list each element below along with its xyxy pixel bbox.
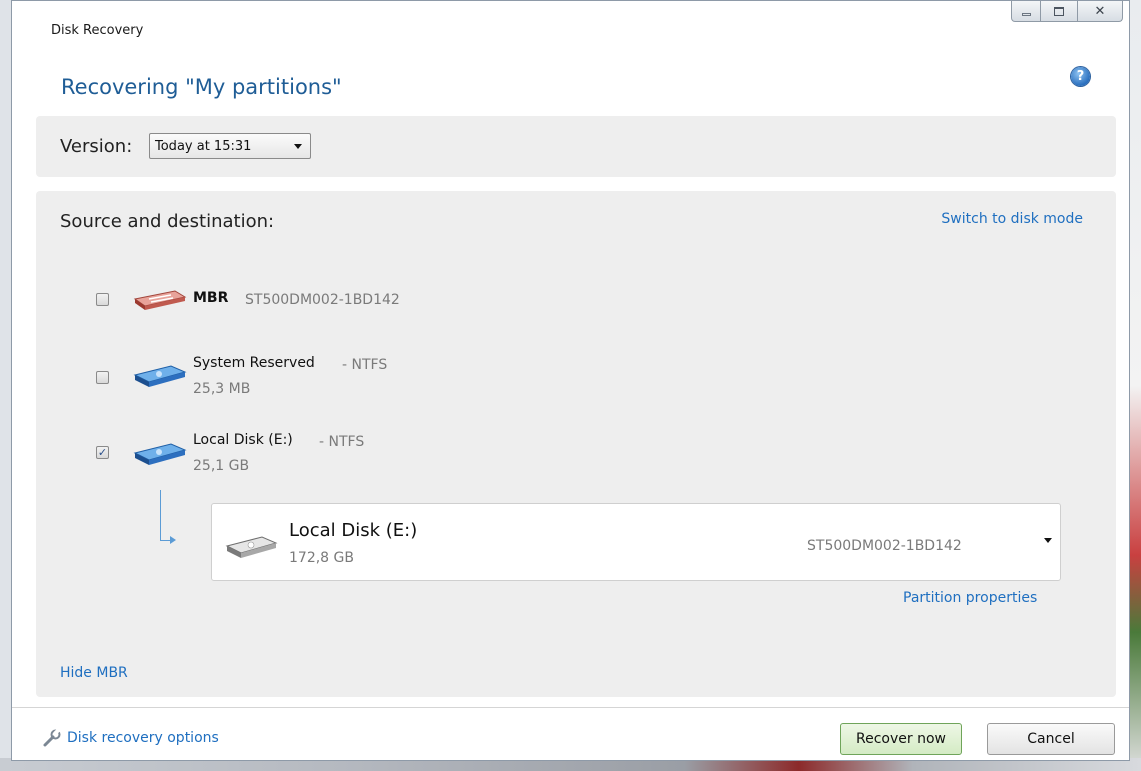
chevron-down-icon xyxy=(1044,538,1052,543)
destination-model: ST500DM002-1BD142 xyxy=(807,538,962,554)
local-disk-e-checkbox[interactable]: ✓ xyxy=(96,446,109,459)
mbr-name: MBR xyxy=(193,290,229,306)
disk-recovery-window: Disk Recovery ✕ Recovering "My partition… xyxy=(11,0,1130,761)
chevron-down-icon xyxy=(294,144,302,149)
minimize-icon xyxy=(1021,12,1031,16)
window-title: Disk Recovery xyxy=(51,23,144,38)
local-disk-e-size: 25,1 GB xyxy=(193,458,250,474)
disk-recovery-options-link[interactable]: Disk recovery options xyxy=(67,730,219,746)
mbr-disk-icon xyxy=(133,290,187,310)
system-reserved-fs: - NTFS xyxy=(342,357,388,373)
footer-divider xyxy=(12,707,1129,708)
destination-size: 172,8 GB xyxy=(289,550,354,566)
source-destination-panel: Source and destination: Switch to disk m… xyxy=(36,191,1116,697)
connector-line xyxy=(160,490,173,541)
system-reserved-checkbox[interactable] xyxy=(96,371,109,384)
mbr-checkbox[interactable] xyxy=(96,293,109,306)
connector-arrow-icon xyxy=(170,536,176,544)
version-dropdown[interactable]: Today at 15:31 xyxy=(149,133,311,159)
local-disk-e-fs: - NTFS xyxy=(319,434,365,450)
cancel-button[interactable]: Cancel xyxy=(987,723,1115,755)
destination-name: Local Disk (E:) xyxy=(289,520,418,541)
close-button[interactable]: ✕ xyxy=(1077,1,1123,22)
maximize-icon xyxy=(1054,6,1064,16)
destination-selector[interactable]: Local Disk (E:) 172,8 GB ST500DM002-1BD1… xyxy=(211,503,1061,581)
partition-disk-icon xyxy=(133,365,187,387)
maximize-button[interactable] xyxy=(1040,1,1078,22)
section-title: Source and destination: xyxy=(60,211,275,232)
system-reserved-name: System Reserved xyxy=(193,355,315,371)
recover-now-button[interactable]: Recover now xyxy=(840,723,962,755)
minimize-button[interactable] xyxy=(1011,1,1041,22)
desktop-background xyxy=(1130,0,1141,771)
partition-disk-icon xyxy=(133,443,187,465)
version-selected-value: Today at 15:31 xyxy=(155,139,252,154)
close-icon: ✕ xyxy=(1094,3,1106,19)
page-title: Recovering "My partitions" xyxy=(61,75,342,99)
window-controls: ✕ xyxy=(1011,1,1123,23)
title-bar: Disk Recovery ✕ xyxy=(12,1,1129,39)
hide-mbr-link[interactable]: Hide MBR xyxy=(60,665,128,681)
version-label: Version: xyxy=(60,136,133,157)
version-panel: Version: Today at 15:31 xyxy=(36,116,1116,177)
local-disk-e-name: Local Disk (E:) xyxy=(193,432,293,448)
system-reserved-size: 25,3 MB xyxy=(193,381,251,397)
help-icon[interactable]: ? xyxy=(1071,67,1090,86)
wrench-icon xyxy=(43,728,61,747)
mbr-model: ST500DM002-1BD142 xyxy=(245,292,400,308)
hard-disk-icon xyxy=(225,536,278,558)
switch-to-disk-mode-link[interactable]: Switch to disk mode xyxy=(941,211,1083,227)
partition-properties-link[interactable]: Partition properties xyxy=(903,590,1037,606)
